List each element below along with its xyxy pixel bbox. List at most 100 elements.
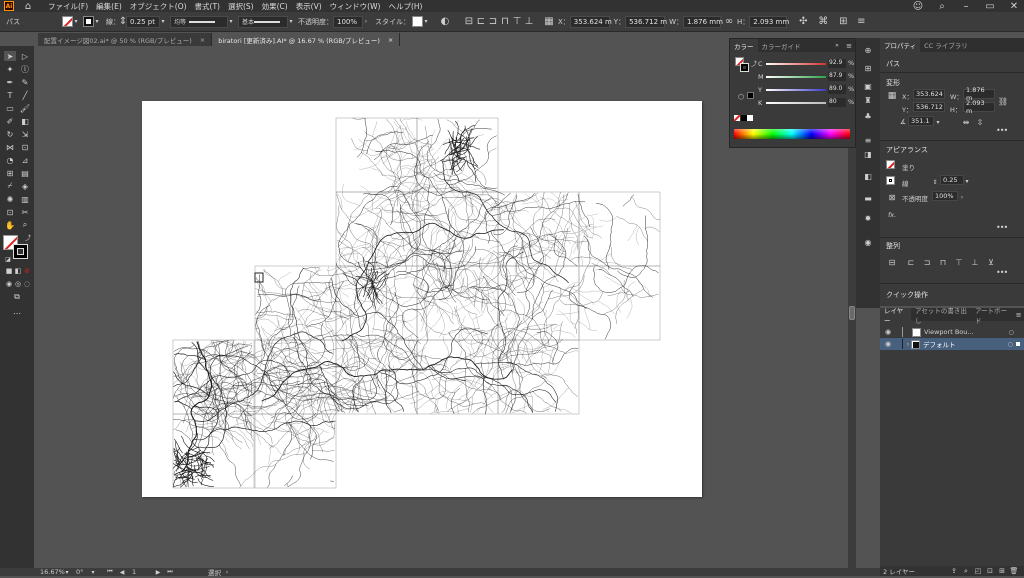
graph-tool-icon[interactable]: ▥ (19, 194, 31, 204)
libraries-icon[interactable]: ⊞ (863, 64, 873, 73)
visibility-eye-icon[interactable]: ◉ (884, 338, 892, 350)
fill-swatch[interactable] (62, 16, 73, 27)
draw-inside-icon[interactable]: ◌ (21, 279, 33, 289)
opacity-field[interactable]: 100% (932, 191, 958, 201)
color-spectrum[interactable] (734, 129, 850, 139)
more-options-icon[interactable]: ••• (996, 126, 1007, 135)
mesh-tool-icon[interactable]: ⊞ (4, 168, 16, 178)
chevron-down-icon[interactable]: ▾ (423, 16, 429, 28)
slider-c[interactable]: C 92.9 % (758, 58, 856, 70)
none-swatch[interactable] (734, 115, 740, 121)
slider-k[interactable]: K 80 % (758, 97, 856, 109)
menu-window[interactable]: ウィンドウ(W) (330, 1, 381, 12)
slider-track-y[interactable] (766, 89, 826, 91)
align-middle-icon[interactable]: ⊥ (523, 16, 535, 28)
scale-tool-icon[interactable]: ⇲ (19, 129, 31, 139)
slider-track-k[interactable] (766, 102, 826, 104)
menu-help[interactable]: ヘルプ(H) (388, 1, 422, 12)
flip-horizontal-icon[interactable]: ⇹ (960, 116, 972, 128)
w-field[interactable]: 1.876 mm (683, 16, 721, 28)
pen-tool-icon[interactable]: ✒ (4, 77, 16, 87)
reference-point-icon[interactable]: ▦ (886, 90, 898, 102)
align-right-icon[interactable]: ⊓ (937, 256, 949, 268)
menu-object[interactable]: オブジェクト(O) (130, 1, 187, 12)
web-safe-swatch[interactable] (747, 92, 754, 99)
maximize-icon[interactable]: ▭ (984, 0, 996, 12)
transform-icon[interactable]: ♜ (863, 96, 873, 105)
variable-width-profile[interactable]: 均等 (170, 16, 228, 28)
artboard-tool-icon[interactable]: ⊡ (4, 207, 16, 217)
flip-vertical-icon[interactable]: ⇳ (974, 116, 986, 128)
target-icon[interactable]: ○ (1009, 329, 1014, 336)
default-colors-icon[interactable]: ◪ (2, 254, 14, 264)
hand-tool-icon[interactable]: ✋ (4, 220, 16, 230)
tab-layers[interactable]: レイヤー (880, 308, 911, 321)
chevron-down-icon[interactable]: ▾ (160, 16, 166, 28)
direct-selection-tool-icon[interactable]: ▷ (19, 51, 31, 61)
export-icon[interactable]: ⇪ (948, 565, 960, 577)
stroke-swatch[interactable] (886, 176, 895, 185)
slice-tool-icon[interactable]: ✂ (19, 207, 31, 217)
menu-select[interactable]: 選択(S) (228, 1, 254, 12)
close-icon[interactable]: ✕ (1008, 0, 1020, 12)
slider-value-c[interactable]: 92.9 (828, 59, 846, 68)
tab-asset-export[interactable]: アセットの書き出し (911, 308, 971, 321)
comments-icon[interactable]: ▬ (863, 194, 873, 203)
tab-artboards[interactable]: アートボード (971, 308, 1013, 321)
graphic-styles-icon[interactable]: ◉ (863, 238, 873, 247)
stroke-swatch[interactable] (83, 16, 94, 27)
close-icon[interactable]: × (388, 36, 393, 44)
close-icon[interactable]: × (200, 36, 205, 44)
y-field[interactable]: 536.712 m (625, 16, 665, 28)
tab-document-2[interactable]: biratori [更新済み].AI* @ 16.67 % (RGB/プレビュー… (212, 33, 400, 46)
zoom-tool-icon[interactable]: ⌕ (19, 220, 31, 230)
layer-name[interactable]: Viewport Bou... (924, 328, 974, 336)
brush-definition[interactable]: 基本 (238, 16, 288, 28)
visibility-eye-icon[interactable]: ◉ (884, 326, 892, 338)
clipping-mask-icon[interactable]: ◰ (972, 565, 984, 577)
layer-row[interactable]: ◉ Viewport Bou... ○ (880, 326, 1024, 338)
selection-indicator[interactable] (1016, 342, 1020, 346)
w-field[interactable]: 1.876 m (963, 89, 995, 99)
align-middle-icon[interactable]: ⊥ (969, 256, 981, 268)
chevron-down-icon[interactable]: ▾ (64, 566, 70, 578)
align-center-icon[interactable]: ⊐ (487, 16, 499, 28)
eraser-tool-icon[interactable]: ◧ (19, 116, 31, 126)
gradient-tool-icon[interactable]: ▤ (19, 168, 31, 178)
stroke-weight-field[interactable]: 0.25 (940, 175, 964, 185)
menu-file[interactable]: ファイル(F) (48, 1, 88, 12)
y-field[interactable]: 536.712 (913, 102, 945, 112)
slider-value-k[interactable]: 80 (828, 98, 846, 107)
panel-menu-icon[interactable]: ≡ (1013, 309, 1024, 321)
h-field[interactable]: 2.093 mm (749, 16, 787, 28)
chevron-down-icon[interactable]: ▾ (288, 16, 294, 28)
image-trace-icon[interactable]: ▣ (863, 82, 873, 91)
slider-value-m[interactable]: 87.9 (828, 72, 846, 81)
blend-tool-icon[interactable]: ◈ (19, 181, 31, 191)
align-top-icon[interactable]: ⊤ (511, 16, 523, 28)
home-icon[interactable]: ⌂ (22, 0, 34, 12)
type-tool-icon[interactable]: T (4, 90, 16, 100)
new-layer-icon[interactable]: ⊞ (996, 565, 1008, 577)
menu-view[interactable]: 表示(V) (296, 1, 322, 12)
last-artboard-icon[interactable]: ⏭ (164, 566, 176, 578)
rectangle-tool-icon[interactable]: ▭ (4, 103, 16, 113)
none-mode-icon[interactable]: ⊘ (21, 266, 33, 276)
stepper-icon[interactable]: ⇕ (932, 176, 938, 188)
slider-m[interactable]: M 87.9 % (758, 71, 856, 83)
menu-edit[interactable]: 編集(E) (96, 1, 122, 12)
align-left-icon[interactable]: ⊏ (475, 16, 487, 28)
align-to-selection-icon[interactable]: ⊟ (886, 256, 898, 268)
align-center-icon[interactable]: ⊐ (921, 256, 933, 268)
stroke-color-box[interactable] (13, 244, 28, 259)
links-icon[interactable]: ⊕ (863, 46, 873, 55)
shaper-tool-icon[interactable]: ✐ (4, 116, 16, 126)
delete-icon[interactable]: 🗑 (1008, 565, 1020, 577)
chevron-down-icon[interactable]: ▾ (94, 16, 100, 28)
tab-color[interactable]: カラー (730, 39, 758, 52)
h-field[interactable]: 2.093 m (963, 102, 995, 112)
next-artboard-icon[interactable]: ▶ (152, 566, 164, 578)
appearance-icon[interactable]: ✹ (863, 214, 873, 223)
chevron-right-icon[interactable]: › (221, 566, 233, 578)
line-tool-icon[interactable]: ╱ (19, 90, 31, 100)
